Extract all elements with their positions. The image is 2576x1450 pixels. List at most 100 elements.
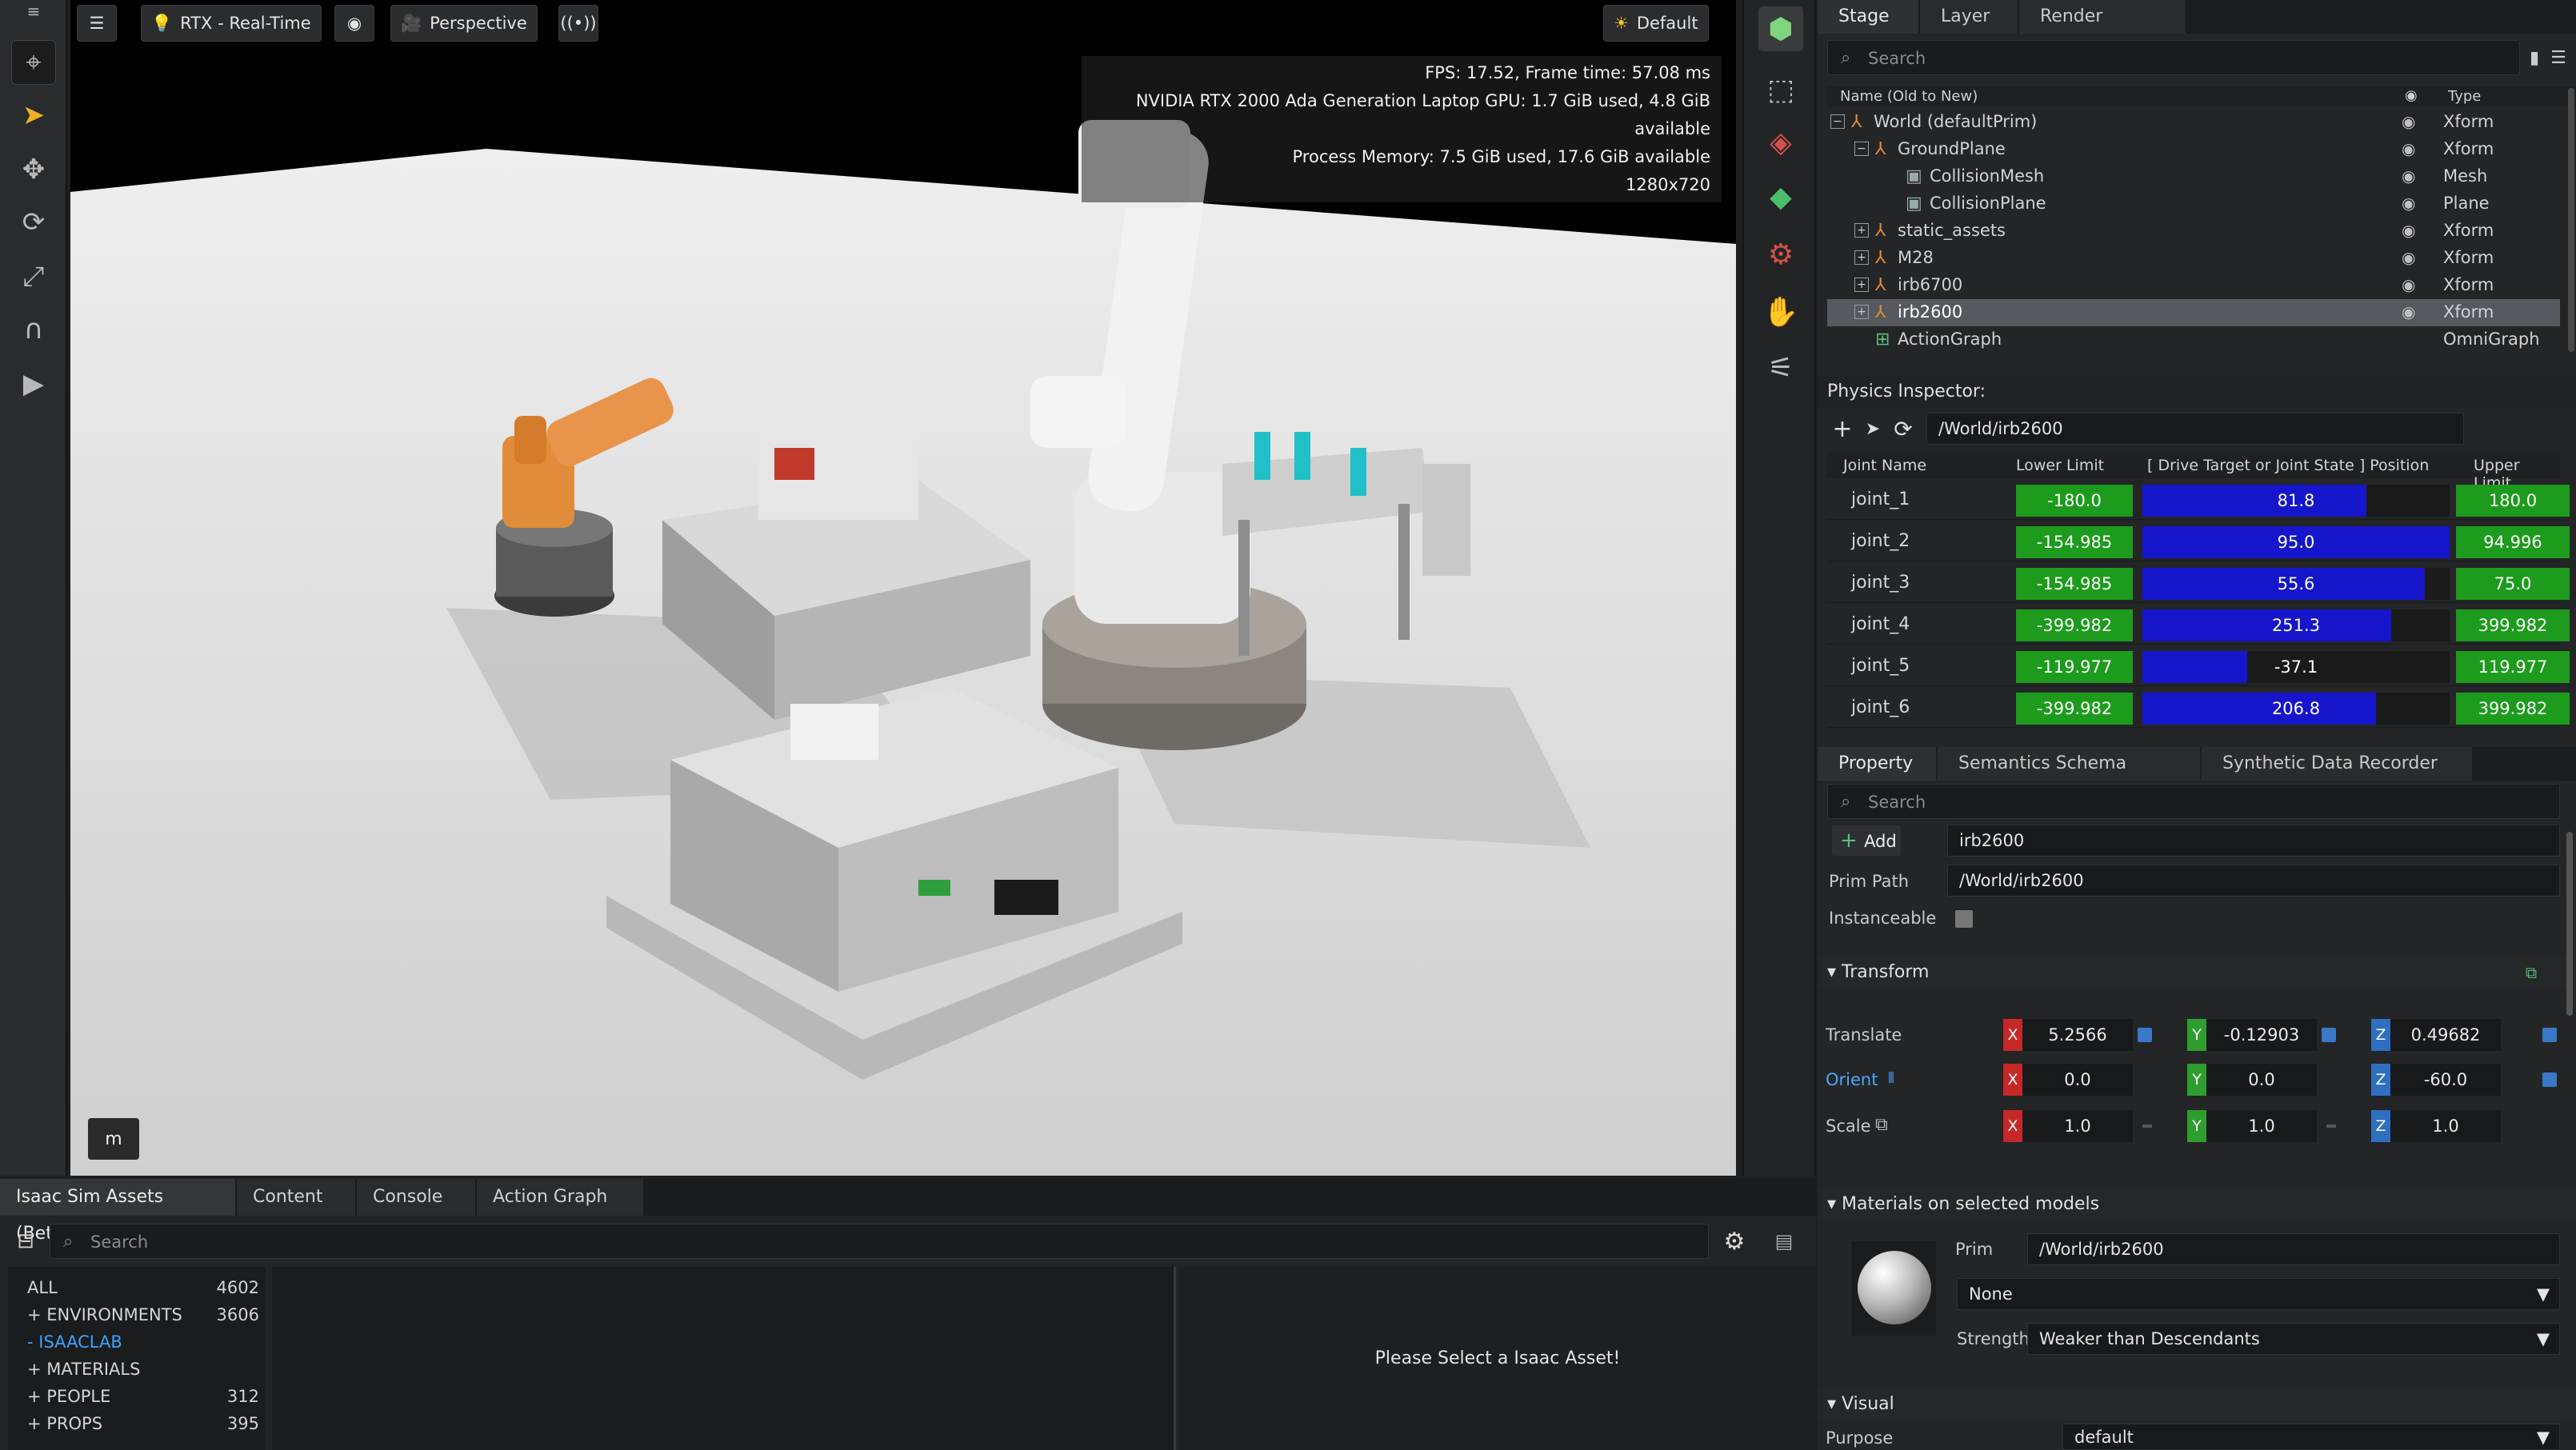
material-prim-field[interactable]: /World/irb2600 [2027, 1233, 2560, 1265]
lower-limit[interactable]: -154.985 [2016, 526, 2133, 558]
eye-icon[interactable]: ◉ [2402, 139, 2415, 158]
robot-tool-icon[interactable]: ⬢ [1758, 6, 1803, 51]
materials-header[interactable]: ▾ Materials on selected models [1818, 1188, 2576, 1220]
tree-row[interactable]: + ⅄ static_assets ◉ Xform [1827, 218, 2560, 245]
material-select[interactable]: None ▼ [1957, 1278, 2560, 1310]
tab-layer[interactable]: Layer [1920, 0, 2019, 34]
tree-row[interactable]: + ⅄ M28 ◉ Xform [1827, 245, 2560, 272]
viewport[interactable]: ☰ 💡 RTX - Real-Time ◉ 🎥 Perspective ((•)) … [70, 0, 1736, 1176]
expand-icon[interactable]: + [1854, 223, 1869, 238]
orient-y-field[interactable]: 0.0 [2206, 1064, 2317, 1096]
eye-icon[interactable]: ◉ [2402, 112, 2415, 131]
options-icon[interactable]: ☰ [2549, 43, 2568, 72]
eye-icon[interactable]: ◉ [2402, 275, 2415, 294]
expand-icon[interactable]: + [1854, 305, 1869, 319]
upper-limit[interactable]: 399.982 [2456, 693, 2570, 725]
prim-path-field[interactable]: /World/irb2600 [1947, 865, 2560, 897]
tree-row[interactable]: ▣ CollisionPlane ◉ Plane [1827, 190, 2560, 218]
eye-icon[interactable]: ◉ [2402, 248, 2415, 267]
tab-semantics-schema-editor[interactable]: Semantics Schema Editor [1938, 747, 2202, 807]
list-view-icon[interactable]: ▤ [1768, 1225, 1800, 1257]
instanceable-checkbox[interactable] [1955, 910, 1973, 928]
tab-content[interactable]: Content [237, 1179, 357, 1216]
expand-icon[interactable]: + [1854, 278, 1869, 292]
eye-icon[interactable]: ◉ [2402, 194, 2415, 213]
menu-icon[interactable]: ≡ [11, 2, 56, 21]
gripper-icon[interactable]: ✋ [1758, 290, 1803, 334]
position-bar[interactable]: 81.8 [2142, 485, 2450, 517]
gear-tool-icon[interactable]: ⚙ [1758, 232, 1803, 277]
select-tool-icon[interactable]: ➤ [11, 93, 56, 138]
camera-button[interactable]: 🎥 Perspective [390, 5, 538, 42]
scale-x-field[interactable]: 1.0 [2022, 1110, 2133, 1142]
scale-tool-icon[interactable]: ⤢ [11, 254, 56, 299]
property-search-input[interactable]: ⌕ Search [1827, 784, 2560, 819]
stage-search-input[interactable]: ⌕ Search [1827, 40, 2520, 75]
prim-name-field[interactable]: irb2600 [1947, 825, 2560, 857]
tab-action-graph[interactable]: Action Graph [477, 1179, 645, 1216]
pointer-icon[interactable]: ➤ [1861, 413, 1885, 445]
tab-console[interactable]: Console [357, 1179, 477, 1216]
add-icon[interactable]: + [1830, 413, 1854, 445]
viewport-settings-button[interactable]: ☰ [77, 5, 117, 42]
keyframe-icon[interactable] [2542, 1028, 2557, 1042]
tab-stage[interactable]: Stage [1818, 0, 1920, 34]
settings-gear-icon[interactable]: ⚙ [1718, 1225, 1750, 1257]
rotation-mode-icon[interactable]: ⦀ [1888, 1070, 1894, 1087]
visual-header[interactable]: ▾ Visual [1818, 1388, 2576, 1420]
eye-icon[interactable]: ◉ [2402, 221, 2415, 240]
visibility-button[interactable]: ◉ [334, 5, 374, 42]
property-scrollbar[interactable] [2566, 832, 2573, 1016]
viewport-badge[interactable]: m [88, 1118, 139, 1160]
physics-path-field[interactable]: /World/irb2600 [1926, 413, 2464, 445]
scale-z-field[interactable]: 1.0 [2390, 1110, 2501, 1142]
upper-limit[interactable]: 180.0 [2456, 485, 2570, 517]
orient-label[interactable]: Orient [1826, 1070, 1878, 1089]
category-item[interactable]: + MATERIALS [27, 1360, 259, 1379]
move-tool-icon[interactable]: ✥ [11, 147, 56, 192]
translate-z-field[interactable]: 0.49682 [2390, 1019, 2501, 1051]
category-item-selected[interactable]: - ISAACLAB [27, 1332, 259, 1352]
stream-button[interactable]: ((•)) [558, 5, 598, 42]
play-icon[interactable]: ▶ [11, 362, 56, 406]
position-bar[interactable]: 251.3 [2142, 609, 2450, 641]
position-bar[interactable]: 206.8 [2142, 693, 2450, 725]
upper-limit[interactable]: 75.0 [2456, 568, 2570, 600]
tree-view-icon[interactable]: ⊟ [11, 1225, 40, 1257]
translate-x-field[interactable]: 5.2566 [2022, 1019, 2133, 1051]
stage-scrollbar[interactable] [2568, 88, 2574, 352]
position-bar[interactable]: -37.1 [2142, 651, 2450, 683]
strength-select[interactable]: Weaker than Descendants ▼ [2027, 1323, 2560, 1355]
eye-icon[interactable]: ◉ [2402, 302, 2415, 322]
isaac-select-icon[interactable]: ⌖ [11, 40, 56, 85]
snap-icon[interactable]: ∩ [11, 307, 56, 352]
settings-sliders-icon[interactable]: ⚟ [1758, 346, 1803, 390]
tree-row[interactable]: ▣ CollisionMesh ◉ Mesh [1827, 163, 2560, 190]
category-item[interactable]: + PROPS 395 [27, 1414, 259, 1433]
tab-render-settings[interactable]: Render Settings [2019, 0, 2187, 60]
category-item[interactable]: + PEOPLE 312 [27, 1387, 259, 1406]
lower-limit[interactable]: -399.982 [2016, 693, 2133, 725]
translate-y-field[interactable]: -0.12903 [2206, 1019, 2317, 1051]
lower-limit[interactable]: -399.982 [2016, 609, 2133, 641]
lower-limit[interactable]: -119.977 [2016, 651, 2133, 683]
keyframe-icon[interactable] [2542, 1073, 2557, 1087]
orient-z-field[interactable]: -60.0 [2390, 1064, 2501, 1096]
rotate-tool-icon[interactable]: ⟳ [11, 200, 56, 245]
keyframe-icon[interactable] [2138, 1028, 2152, 1042]
upper-limit[interactable]: 119.977 [2456, 651, 2570, 683]
lighting-button[interactable]: ☀ Default [1603, 5, 1709, 42]
mesh-cube-icon[interactable]: ◆ [1758, 174, 1803, 219]
cube-add-icon[interactable]: ⬚ [1758, 67, 1803, 112]
lower-limit[interactable]: -180.0 [2016, 485, 2133, 517]
collapse-icon[interactable]: − [1830, 114, 1845, 129]
position-bar[interactable]: 55.6 [2142, 568, 2450, 600]
add-component-button[interactable]: + Add [1832, 825, 1901, 856]
transform-options-icon[interactable]: ⧉ [2520, 961, 2542, 984]
purpose-select[interactable]: default ▼ [2062, 1424, 2560, 1450]
expand-icon[interactable]: + [1854, 250, 1869, 265]
eye-icon[interactable]: ◉ [2402, 166, 2415, 186]
assets-search-input[interactable]: ⌕ Search [50, 1224, 1709, 1259]
scale-y-field[interactable]: 1.0 [2206, 1110, 2317, 1142]
filter-icon[interactable]: ▮ [2525, 43, 2544, 72]
